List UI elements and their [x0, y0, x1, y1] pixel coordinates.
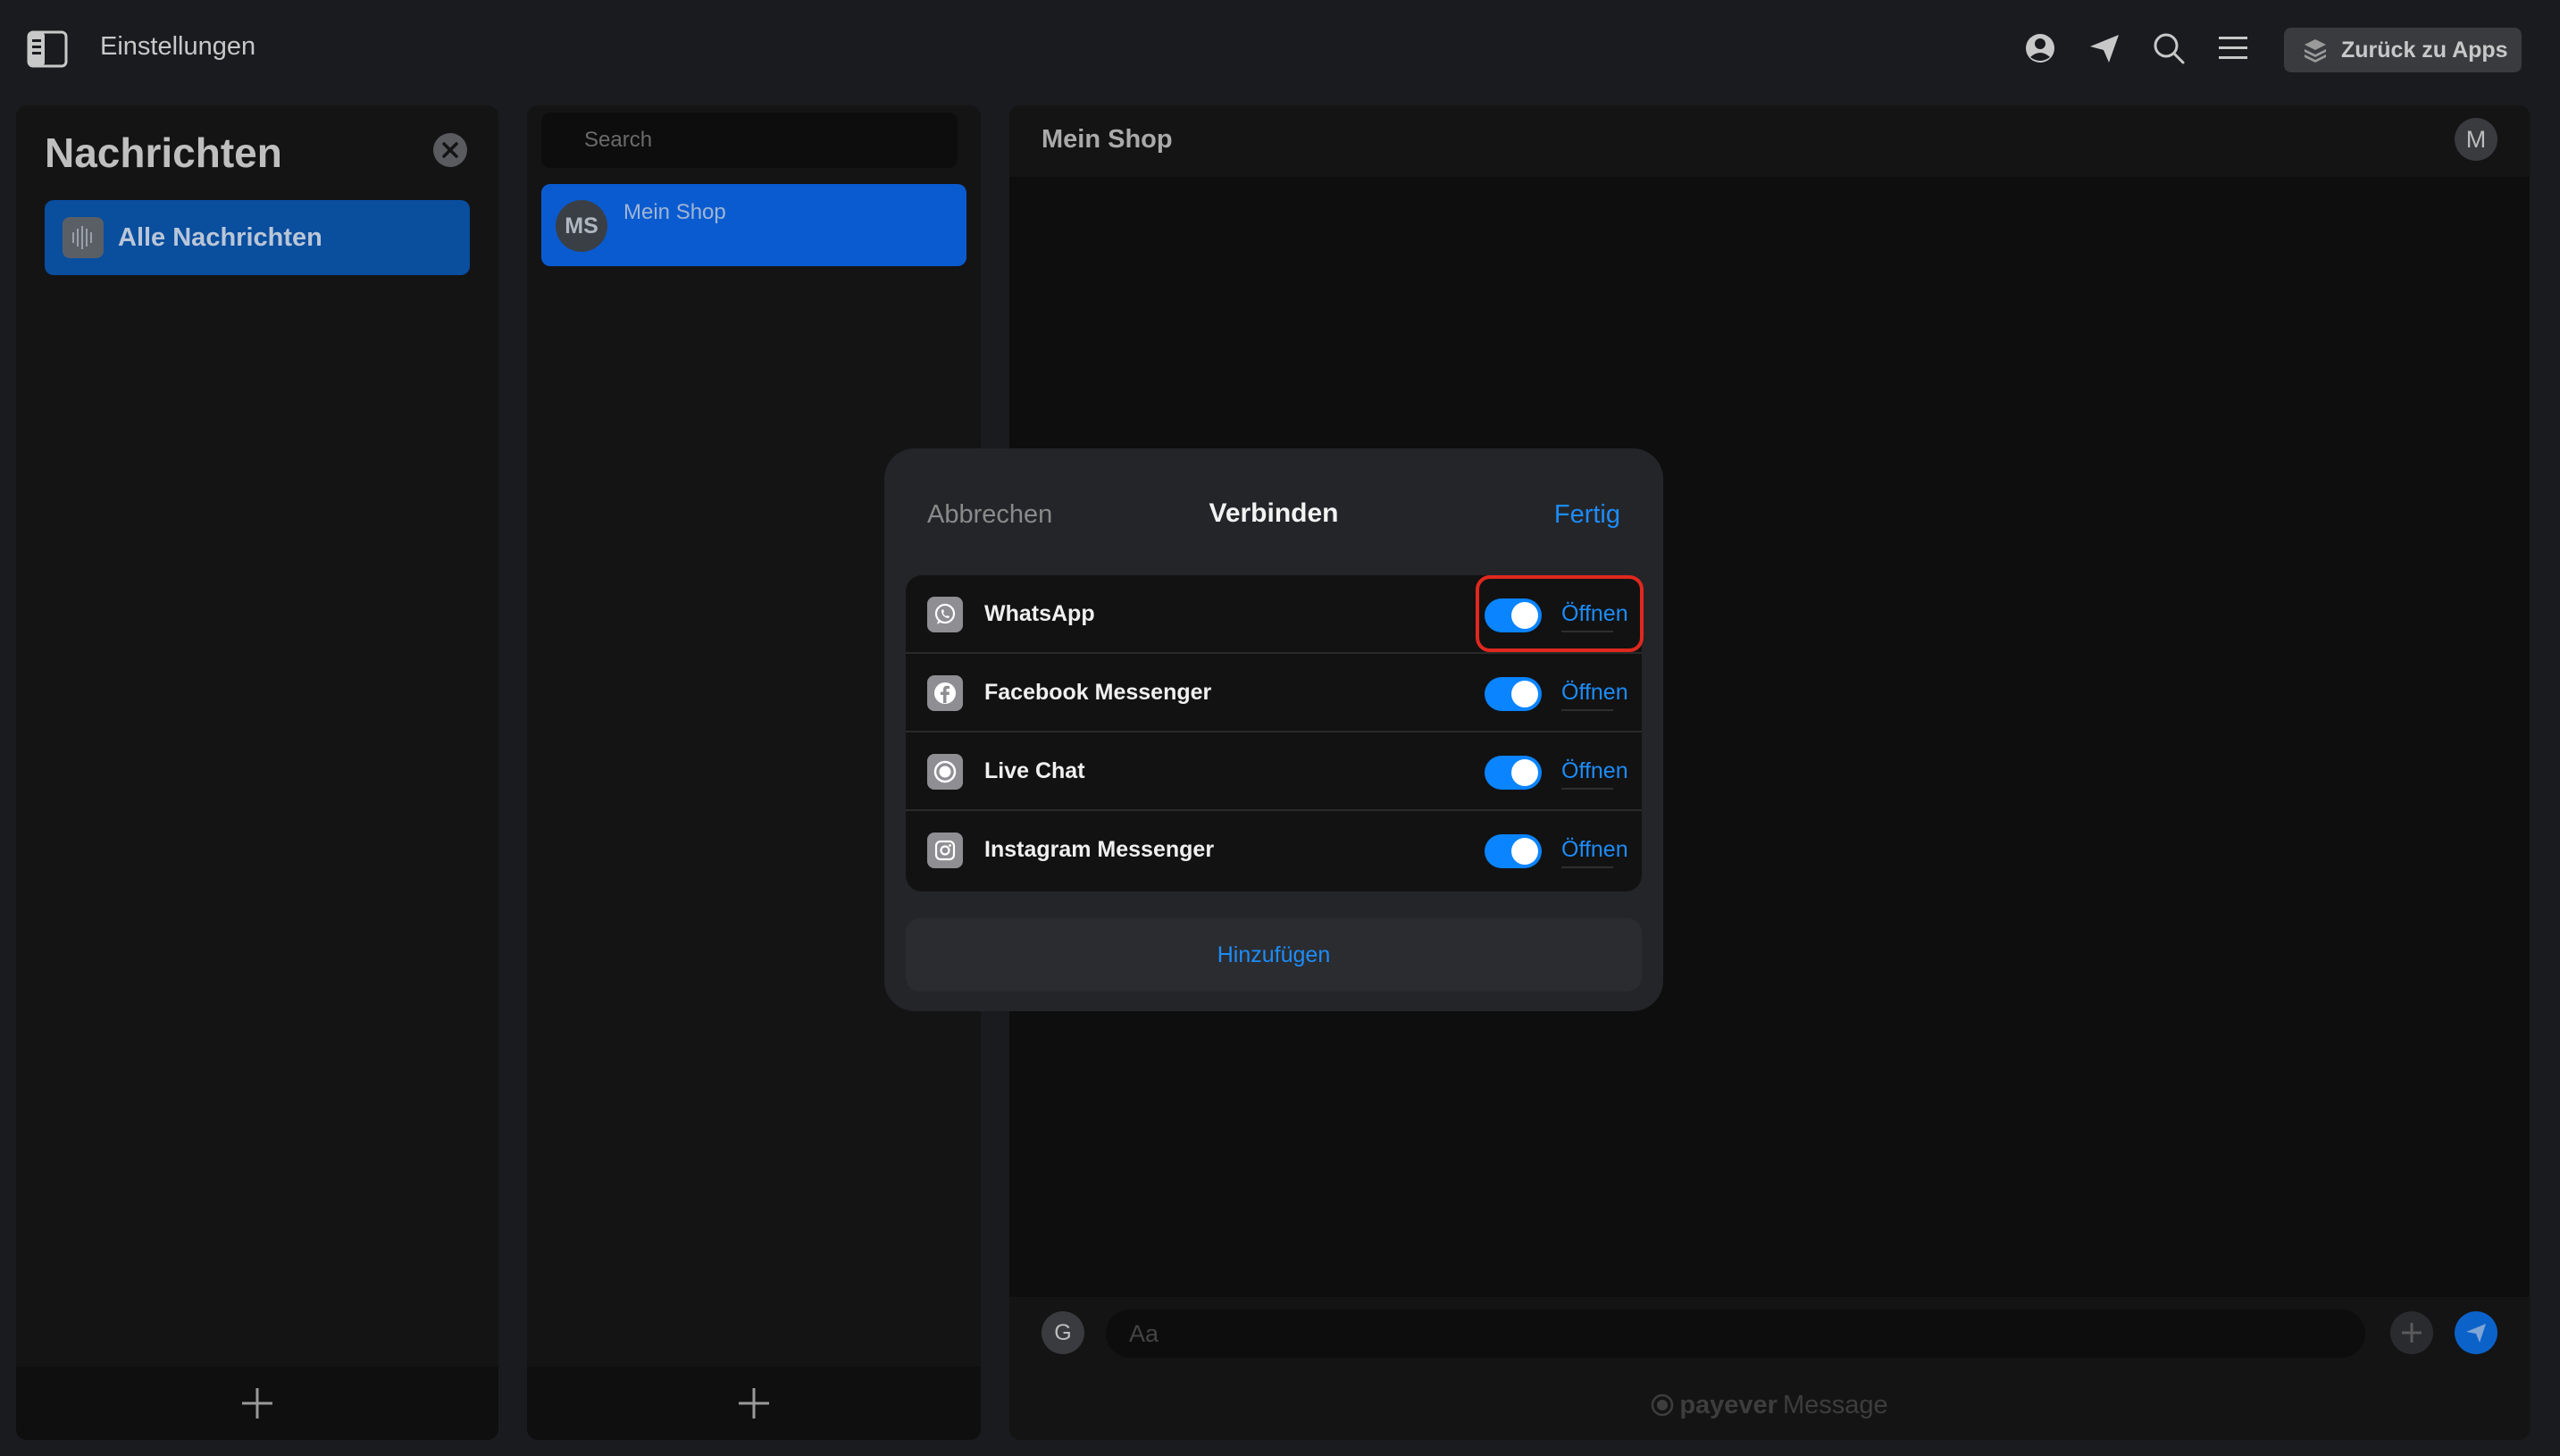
chat-title: Mein Shop [1042, 125, 1173, 154]
brand-name: payever [1679, 1390, 1778, 1419]
facebook-toggle[interactable] [1485, 677, 1542, 711]
message-composer: G Aa [1009, 1297, 2530, 1370]
payever-logo-icon [1652, 1393, 1674, 1417]
highlight-annotation [1476, 575, 1644, 652]
folders-panel: Nachrichten Alle Nachrichten [16, 105, 498, 1440]
audio-wave-icon [63, 217, 104, 258]
message-input[interactable]: Aa [1106, 1310, 2365, 1358]
facebook-icon [927, 675, 963, 711]
send-message-icon[interactable] [2455, 1311, 2497, 1354]
back-to-apps-button[interactable]: Zurück zu Apps [2284, 28, 2522, 72]
integration-row-live-chat: Live Chat Öffnen [906, 732, 1642, 811]
link-underline [1561, 709, 1613, 711]
whatsapp-icon [927, 597, 963, 632]
connect-dialog: Abbrechen Verbinden Fertig WhatsApp Öffn… [884, 448, 1663, 1011]
profile-icon[interactable] [2022, 30, 2058, 66]
back-to-apps-label: Zurück zu Apps [2341, 37, 2508, 63]
composer-avatar[interactable]: G [1042, 1311, 1084, 1354]
folders-footer [16, 1367, 498, 1440]
instagram-icon [927, 833, 963, 868]
integration-label: Facebook Messenger [984, 680, 1212, 705]
instagram-toggle[interactable] [1485, 834, 1542, 868]
search-input[interactable]: Search [541, 113, 958, 168]
top-bar: Einstellungen Zurück zu Apps [0, 0, 2560, 98]
search-icon[interactable] [2151, 30, 2187, 66]
conversations-footer [527, 1367, 981, 1440]
instagram-open-link[interactable]: Öffnen [1561, 837, 1628, 863]
integration-label: Instagram Messenger [984, 837, 1215, 862]
add-integration-button[interactable]: Hinzufügen [906, 918, 1642, 992]
user-avatar[interactable]: M [2455, 118, 2497, 161]
toggle-knob [1511, 681, 1538, 707]
integration-label: Live Chat [984, 758, 1085, 783]
conversation-item[interactable]: MS Mein Shop [541, 184, 966, 266]
live-chat-toggle[interactable] [1485, 756, 1542, 790]
integration-row-instagram: Instagram Messenger Öffnen [906, 811, 1642, 890]
conversation-name: Mein Shop [623, 200, 726, 224]
link-underline [1561, 788, 1613, 790]
dialog-title: Verbinden [1209, 498, 1339, 528]
apps-stack-icon [2305, 39, 2326, 63]
brand-footer: payever Message [1009, 1370, 2530, 1440]
folder-item-all-messages[interactable]: Alle Nachrichten [45, 200, 470, 275]
close-icon[interactable] [432, 132, 468, 168]
link-underline [1561, 866, 1613, 868]
send-icon[interactable] [2087, 30, 2122, 66]
chat-header: Mein Shop M [1009, 105, 2530, 177]
done-button[interactable]: Fertig [1554, 500, 1620, 530]
brand-suffix: Message [1782, 1390, 1888, 1419]
integration-row-facebook: Facebook Messenger Öffnen [906, 654, 1642, 732]
avatar: MS [556, 200, 607, 252]
folder-item-label: Alle Nachrichten [118, 222, 322, 252]
live-chat-open-link[interactable]: Öffnen [1561, 758, 1628, 784]
page-title: Einstellungen [100, 32, 256, 61]
live-chat-icon [927, 754, 963, 790]
toggle-knob [1511, 838, 1538, 865]
menu-icon[interactable] [2215, 30, 2251, 66]
facebook-open-link[interactable]: Öffnen [1561, 680, 1628, 706]
attach-plus-icon[interactable] [2390, 1311, 2433, 1354]
add-conversation-icon[interactable] [736, 1385, 772, 1421]
add-folder-icon[interactable] [239, 1385, 275, 1421]
integration-label: WhatsApp [984, 601, 1095, 626]
toggle-knob [1511, 759, 1538, 786]
folders-title: Nachrichten [45, 130, 282, 176]
sidebar-toggle-icon[interactable] [27, 29, 68, 70]
